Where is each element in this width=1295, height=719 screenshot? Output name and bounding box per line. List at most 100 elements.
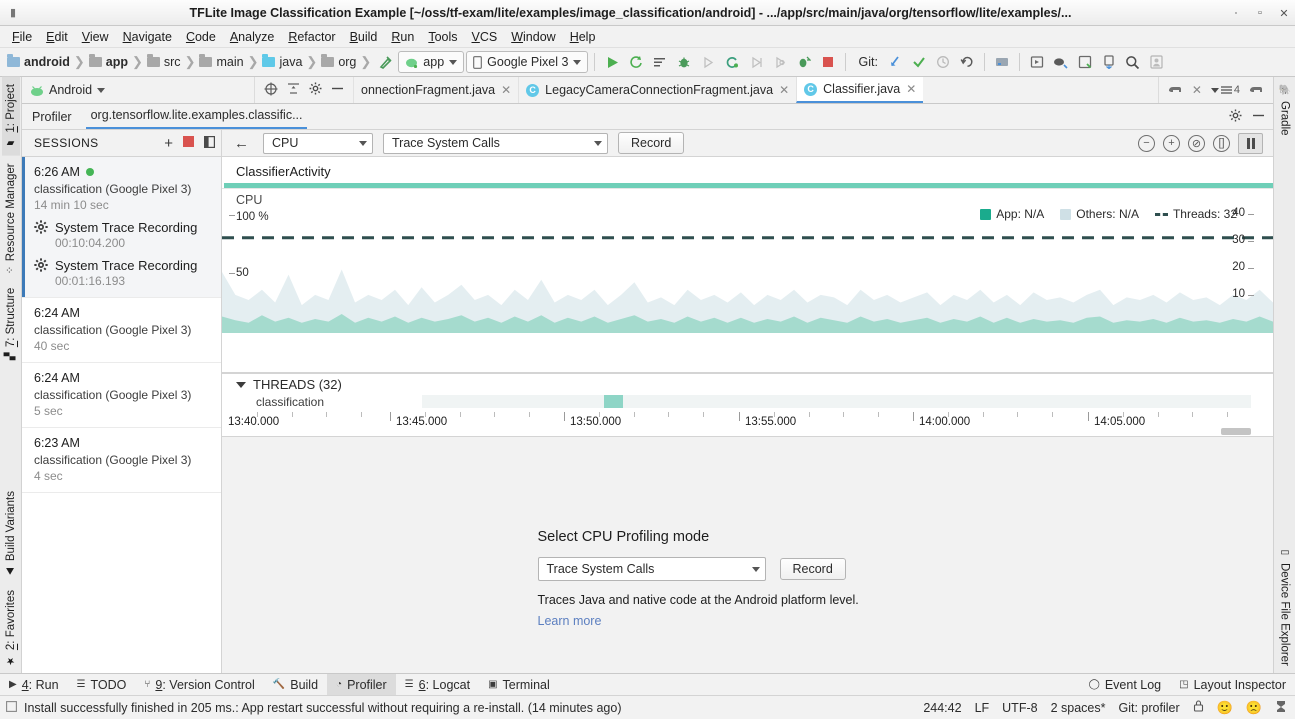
bottom-tabs[interactable]: ▶4: Run☰TODO⑂9: Version Control🔨Build◔Pr… [0, 674, 559, 695]
menu-item-refactor[interactable]: Refactor [281, 28, 342, 46]
run-icon[interactable] [601, 51, 623, 73]
breadcrumb-item-org[interactable]: org [318, 54, 359, 70]
profiler-stage-selector[interactable]: CPU [263, 133, 373, 154]
run-configuration-selector[interactable]: app [398, 51, 464, 73]
happy-face-icon[interactable]: 🙂 [1217, 700, 1233, 716]
menu-item-vcs[interactable]: VCS [465, 28, 505, 46]
learn-more-link[interactable]: Learn more [538, 614, 958, 628]
session-item[interactable]: 6:23 AMclassification (Google Pixel 3)4 … [22, 428, 221, 493]
menu-item-run[interactable]: Run [384, 28, 421, 46]
editor-tab-0[interactable]: onnectionFragment.java✕ [353, 77, 518, 103]
editor-tabs[interactable]: onnectionFragment.java✕CLegacyCameraConn… [353, 77, 1158, 103]
apply-changes-icon[interactable] [793, 51, 815, 73]
device-manager-icon[interactable] [1098, 51, 1120, 73]
bottom-right-tabs[interactable]: ◯Event Log◳Layout Inspector [1080, 674, 1295, 695]
git-branch[interactable]: Git: profiler [1118, 701, 1179, 715]
bottom-tab-todo[interactable]: ☰TODO [68, 674, 136, 695]
locate-file-icon[interactable] [264, 82, 278, 99]
line-separator[interactable]: LF [975, 701, 990, 715]
close-icon[interactable]: ✕ [1192, 83, 1202, 97]
menu-item-edit[interactable]: Edit [39, 28, 75, 46]
close-icon[interactable]: ✕ [779, 83, 789, 97]
menu-item-window[interactable]: Window [504, 28, 562, 46]
sad-face-icon[interactable]: 🙁 [1246, 700, 1262, 716]
close-icon[interactable]: ✕ [906, 82, 916, 96]
build-hammer-icon[interactable] [374, 51, 396, 73]
collapse-all-icon[interactable] [287, 82, 300, 98]
bottom-tab----logcat[interactable]: ☰6: Logcat [396, 674, 479, 695]
bottom-tab-terminal[interactable]: ▣Terminal [479, 674, 559, 695]
menu-item-help[interactable]: Help [563, 28, 603, 46]
bottom-tab-build[interactable]: 🔨Build [264, 674, 327, 695]
pause-live-button[interactable] [1238, 133, 1263, 154]
session-recording[interactable]: System Trace Recording00:10:04.200 [34, 220, 211, 250]
breadcrumb-item-android[interactable]: android [4, 54, 73, 70]
timeline-scrollbar[interactable] [1221, 428, 1251, 435]
avd-manager-icon[interactable] [1026, 51, 1048, 73]
sessions-list[interactable]: 6:26 AMclassification (Google Pixel 3)14… [22, 157, 221, 673]
menu-item-file[interactable]: File [5, 28, 39, 46]
memory-indicator-icon[interactable] [1275, 700, 1287, 716]
stop-session-button[interactable] [183, 136, 194, 150]
settings-gear-icon[interactable] [1229, 109, 1242, 125]
user-account-icon[interactable] [1146, 51, 1168, 73]
mode-panel-record-button[interactable]: Record [780, 558, 846, 580]
settings-gear-icon[interactable] [309, 82, 322, 98]
maximize-button[interactable]: ▫ [1255, 7, 1265, 19]
breadcrumb-item-main[interactable]: main [196, 54, 246, 70]
editor-tab-2[interactable]: CClassifier.java✕ [796, 77, 923, 103]
stop-icon[interactable] [817, 51, 839, 73]
revert-icon[interactable] [956, 51, 978, 73]
commit-icon[interactable] [908, 51, 930, 73]
session-item[interactable]: 6:24 AMclassification (Google Pixel 3)5 … [22, 363, 221, 428]
zoom-in-icon[interactable]: + [1163, 135, 1180, 152]
profiler-process-tab[interactable]: org.tensorflow.lite.examples.classific..… [86, 104, 308, 129]
add-session-button[interactable]: + [164, 135, 173, 152]
close-button[interactable]: ✕ [1279, 7, 1289, 20]
bottom-tab-layout-inspector[interactable]: ◳Layout Inspector [1170, 674, 1295, 695]
timeline-axis[interactable]: 13:40.00013:45.00013:50.00013:55.00014:0… [222, 412, 1273, 437]
thread-row[interactable]: classification [222, 395, 1273, 412]
session-recording[interactable]: System Trace Recording00:01:16.193 [34, 258, 211, 288]
session-item[interactable]: 6:26 AMclassification (Google Pixel 3)14… [22, 157, 221, 298]
record-button[interactable]: Record [618, 132, 684, 154]
cpu-usage-chart[interactable]: CPU 100 % 50 40 30 20 10 [222, 188, 1273, 333]
lock-icon[interactable] [1193, 700, 1204, 715]
breadcrumb-item-src[interactable]: src [144, 54, 184, 70]
collapse-sessions-button[interactable] [204, 136, 215, 151]
mode-panel-trace-selector[interactable]: Trace System Calls [538, 557, 766, 581]
tool-window----favorites[interactable]: ★2: Favorites [2, 583, 20, 673]
bottom-tab-profiler[interactable]: ◔Profiler [327, 674, 396, 695]
attach-to-live-icon[interactable]: [] [1213, 135, 1230, 152]
tool-window----structure[interactable]: ▞7: Structure [2, 281, 20, 367]
bottom-tab----run[interactable]: ▶4: Run [0, 674, 68, 695]
menu-item-build[interactable]: Build [343, 28, 385, 46]
menu-item-view[interactable]: View [75, 28, 116, 46]
layout-inspector-icon[interactable] [1074, 51, 1096, 73]
tool-window----project[interactable]: ▰1: Project [2, 77, 20, 156]
zoom-out-icon[interactable]: − [1138, 135, 1155, 152]
tool-window-build-variants[interactable]: ⛰Build Variants [2, 484, 20, 583]
breadcrumb-item-java[interactable]: java [259, 54, 305, 70]
gradle-elephant-icon[interactable] [1168, 83, 1183, 98]
editor-tab-1[interactable]: CLegacyCameraConnectionFragment.java✕ [518, 77, 796, 103]
menu-bar[interactable]: FileEditViewNavigateCodeAnalyzeRefactorB… [0, 26, 1295, 48]
reset-zoom-icon[interactable]: ⊘ [1188, 135, 1205, 152]
sync-gradle-icon[interactable] [1050, 51, 1072, 73]
update-project-icon[interactable] [884, 51, 906, 73]
debug-icon[interactable] [673, 51, 695, 73]
file-encoding[interactable]: UTF-8 [1002, 701, 1037, 715]
android-view-selector[interactable]: Android [22, 77, 254, 103]
menu-item-tools[interactable]: Tools [421, 28, 464, 46]
run-with-coverage-icon[interactable] [649, 51, 671, 73]
menu-item-analyze[interactable]: Analyze [223, 28, 281, 46]
close-icon[interactable]: ✕ [501, 83, 511, 97]
menu-item-code[interactable]: Code [179, 28, 223, 46]
menu-item-navigate[interactable]: Navigate [116, 28, 179, 46]
search-icon[interactable] [1122, 51, 1144, 73]
hide-panel-icon[interactable] [1252, 109, 1265, 125]
tab-overflow[interactable]: 4 [1211, 84, 1240, 96]
left-tool-window-bar[interactable]: ▰1: Project⁘Resource Manager▞7: Structur… [0, 77, 22, 673]
tool-window-resource-manager[interactable]: ⁘Resource Manager [2, 156, 20, 281]
tool-window-device-file-explorer[interactable]: ▭Device File Explorer [1276, 540, 1294, 673]
